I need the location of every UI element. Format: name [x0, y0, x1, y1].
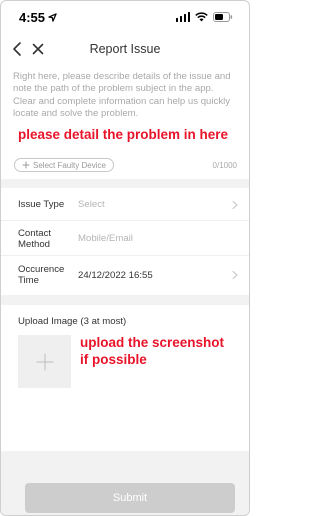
submit-button[interactable]: Submit [25, 483, 235, 513]
upload-image-button[interactable] [18, 335, 71, 388]
occurence-time-label: Occurence Time [18, 264, 78, 286]
upload-image-label: Upload Image (3 at most) [18, 316, 127, 327]
upload-annotation-line1: upload the screenshot [80, 335, 225, 350]
signal-icon [175, 12, 190, 22]
contact-method-label-line2: Method [18, 238, 50, 250]
nav-bar: Report Issue [1, 35, 249, 63]
plus-icon [36, 353, 53, 370]
contact-method-input[interactable]: Mobile/Email [78, 233, 239, 244]
battery-icon [213, 12, 233, 22]
section-divider [1, 295, 249, 305]
location-arrow-icon [48, 12, 57, 22]
character-count: 0/1000 [212, 160, 237, 170]
wifi-icon [195, 12, 208, 22]
plus-icon [22, 161, 30, 169]
occurence-time-row[interactable]: Occurence Time 24/12/2022 16:55 [1, 257, 249, 293]
select-faulty-device-button[interactable]: Select Faulty Device [14, 158, 114, 172]
description-placeholder: Right here, please describe details of t… [13, 71, 231, 120]
app-screen: 4:55 Report Issue Right here, please des… [0, 0, 250, 516]
issue-type-row[interactable]: Issue Type Select [1, 189, 249, 221]
contact-method-label: Contact Method [18, 228, 78, 250]
occurence-time-value[interactable]: 24/12/2022 16:55 [78, 270, 231, 281]
back-chevron-icon[interactable] [11, 41, 25, 57]
status-bar: 4:55 [1, 1, 249, 33]
select-faulty-device-label: Select Faulty Device [33, 160, 106, 170]
occurence-time-label-line1: Occurence [18, 264, 65, 275]
issue-type-label: Issue Type [18, 199, 65, 210]
chevron-right-icon [232, 200, 238, 209]
status-icons [175, 12, 234, 22]
issue-type-select[interactable]: Select [78, 199, 231, 210]
occurence-time-label-line2: Time [18, 275, 39, 286]
contact-method-row: Contact Method Mobile/Email [1, 222, 249, 256]
upload-annotation: upload the screenshot if possible [80, 334, 240, 368]
status-left: 4:55 [19, 10, 57, 25]
chevron-right-icon [232, 270, 238, 280]
close-icon[interactable] [31, 41, 45, 57]
contact-method-label-line1: Contact [18, 227, 52, 239]
status-time: 4:55 [19, 9, 46, 25]
device-row: Select Faulty Device 0/1000 [1, 155, 249, 175]
upload-section: Upload Image (3 at most) upload the scre… [1, 305, 249, 451]
description-annotation: please detail the problem in here [18, 127, 229, 142]
upload-annotation-line2: if possible [80, 352, 147, 367]
section-divider [1, 179, 249, 188]
